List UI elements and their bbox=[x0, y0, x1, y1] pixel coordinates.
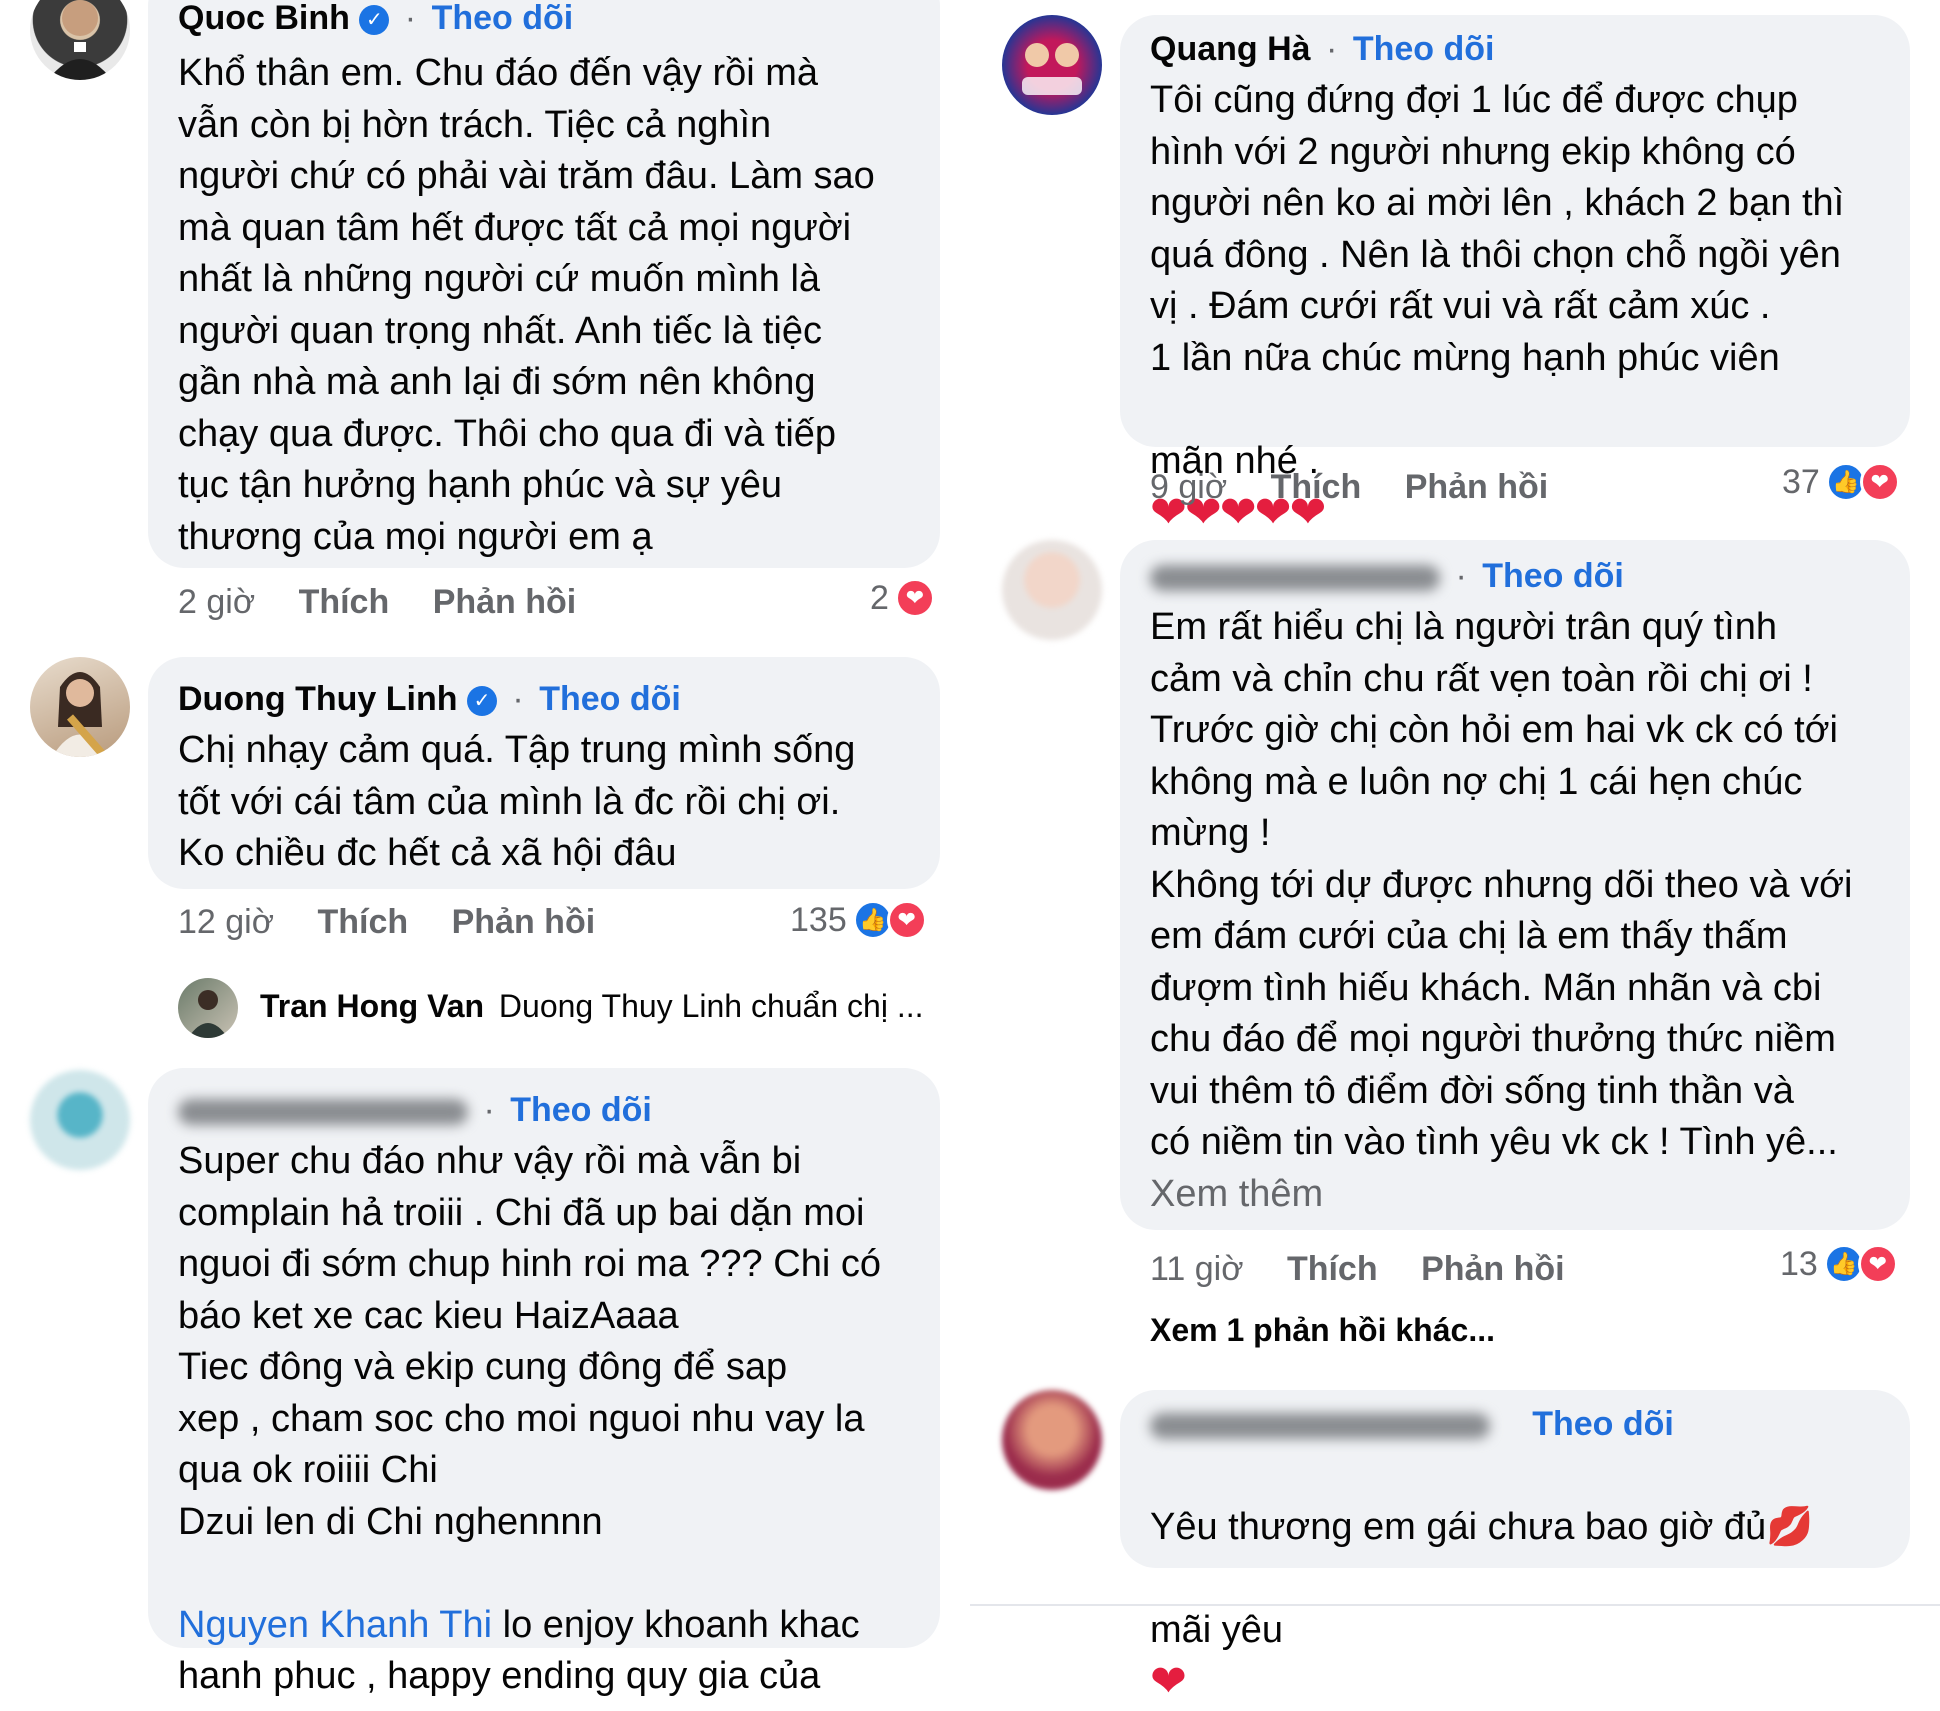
like-action[interactable]: Thích bbox=[317, 903, 408, 941]
comment-bubble-blurred-user: · Theo dõi Super chu đáo như vậy rồi mà … bbox=[148, 1068, 940, 1697]
comment-text: Em rất hiểu chị là người trân quý tình c… bbox=[1150, 606, 1853, 1163]
comment-text-tail: hanh phuc , happy ending quy gia của bbox=[178, 1655, 821, 1697]
blurred-author-name[interactable] bbox=[1150, 1413, 1490, 1440]
avatar-quang-ha[interactable] bbox=[1002, 15, 1102, 115]
comment-time[interactable]: 12 giờ bbox=[178, 903, 274, 941]
comment-actions: 2 giờ Thích Phản hồi bbox=[178, 583, 610, 622]
reply-action[interactable]: Phản hồi bbox=[1405, 468, 1549, 506]
reaction-summary[interactable]: 37 👍 ❤ bbox=[1782, 462, 1900, 502]
comment-actions: 11 giờ Thích Phản hồi bbox=[1150, 1250, 1599, 1289]
reaction-count: 37 bbox=[1782, 462, 1820, 501]
comment-author-line: Duong Thuy Linh ✓ · Theo dõi bbox=[178, 680, 681, 718]
like-action[interactable]: Thích bbox=[299, 583, 390, 621]
comment-bubble-blurred-user: · Theo dõi Yêu thương em gái chưa bao gi… bbox=[1120, 1390, 1910, 1706]
kiss-emoji-icon: 💋 bbox=[1766, 1505, 1814, 1548]
reaction-summary[interactable]: 135 👍 ❤ bbox=[790, 900, 927, 940]
avatar-tran-hong-van[interactable] bbox=[178, 978, 238, 1038]
comment-text-last-line: mãn nhé . ❤❤❤❤❤ bbox=[1150, 439, 1326, 538]
avatar-quoc-binh[interactable] bbox=[30, 0, 130, 80]
reaction-count: 2 bbox=[870, 578, 889, 617]
reaction-summary[interactable]: 13 👍 ❤ bbox=[1780, 1244, 1898, 1284]
comment-time[interactable]: 11 giờ bbox=[1150, 1250, 1244, 1288]
author-name[interactable]: Quoc Binh bbox=[178, 0, 350, 37]
avatar-blurred[interactable] bbox=[30, 1070, 130, 1170]
comment-actions: 9 giờ Thích Phản hồi bbox=[1150, 468, 1582, 507]
view-more-replies-link[interactable]: Xem 1 phản hồi khác... bbox=[1150, 1312, 1495, 1349]
poster-image-icon bbox=[1022, 43, 1082, 95]
follow-link[interactable]: Theo dõi bbox=[1353, 30, 1495, 68]
verified-badge-icon: ✓ bbox=[466, 686, 497, 717]
follow-link[interactable]: Theo dõi bbox=[1482, 557, 1624, 595]
author-name[interactable]: Duong Thuy Linh bbox=[178, 680, 458, 718]
reaction-summary[interactable]: 2 ❤ bbox=[870, 578, 935, 618]
comment-text: Yêu thương em gái chưa bao giờ đủ💋 bbox=[1150, 1505, 1814, 1548]
follow-link[interactable]: Theo dõi bbox=[432, 0, 574, 37]
comment-text: Super chu đáo như vậy rồi mà vẫn bi comp… bbox=[178, 1140, 881, 1543]
comment-author-line: Quoc Binh ✓ · Theo dõi bbox=[178, 0, 574, 37]
person-photo-icon bbox=[52, 672, 109, 757]
follow-link[interactable]: Theo dõi bbox=[510, 1091, 652, 1129]
reply-action[interactable]: Phản hồi bbox=[452, 903, 596, 941]
comment-author-line: · Theo dõi bbox=[1150, 1404, 1880, 1444]
follow-link[interactable]: Theo dõi bbox=[1532, 1405, 1674, 1443]
like-action[interactable]: Thích bbox=[1287, 1250, 1378, 1288]
love-reaction-icon: ❤ bbox=[1857, 1244, 1898, 1284]
comment-author-line: · Theo dõi bbox=[178, 1090, 910, 1130]
comment-text-mention-line: Nguyen Khanh Thi lo enjoy khoanh khac bbox=[178, 1603, 860, 1646]
love-reaction-icon: ❤ bbox=[886, 900, 927, 940]
comment-text: Tôi cũng đứng đợi 1 lúc để được chụp hìn… bbox=[1150, 79, 1845, 379]
blurred-author-name[interactable] bbox=[1150, 565, 1440, 592]
reaction-count: 13 bbox=[1780, 1244, 1818, 1283]
comment-actions: 12 giờ Thích Phản hồi bbox=[178, 903, 629, 942]
comment-bubble-blurred-user: · Theo dõi Em rất hiểu chị là người trân… bbox=[1120, 540, 1910, 1230]
avatar-blurred[interactable] bbox=[1002, 1390, 1102, 1490]
comment-text: Khổ thân em. Chu đáo đến vậy rồi mà vẫn … bbox=[178, 52, 875, 558]
reaction-count: 135 bbox=[790, 900, 847, 939]
avatar-blurred[interactable] bbox=[1002, 540, 1102, 640]
reply-action[interactable]: Phản hồi bbox=[1421, 1250, 1565, 1288]
see-more-link[interactable]: Xem thêm bbox=[1150, 1169, 1880, 1221]
love-reaction-icon: ❤ bbox=[1859, 462, 1900, 502]
author-name[interactable]: Quang Hà bbox=[1150, 30, 1311, 68]
comment-bubble-quang-ha: Quang Hà · Theo dõi Tôi cũng đứng đợi 1 … bbox=[1120, 15, 1910, 537]
person-photo-icon bbox=[188, 990, 228, 1038]
comment-author-line: · Theo dõi bbox=[1150, 556, 1880, 596]
love-reaction-icon: ❤ bbox=[894, 578, 935, 618]
heart-emoji-icon: ❤ bbox=[1150, 1657, 1187, 1706]
comment-time[interactable]: 2 giờ bbox=[178, 583, 255, 621]
follow-link[interactable]: Theo dõi bbox=[539, 680, 681, 718]
comment-author-line: Quang Hà · Theo dõi bbox=[1150, 30, 1495, 68]
comment-bubble-duong-thuy-linh: Duong Thuy Linh ✓ · Theo dõi Chị nhạy cả… bbox=[148, 657, 940, 889]
verified-badge-icon: ✓ bbox=[359, 5, 390, 36]
comment-text-line2: mãi yêu ❤ bbox=[1150, 1608, 1284, 1707]
avatar-duong-thuy-linh[interactable] bbox=[30, 657, 130, 757]
reply-action[interactable]: Phản hồi bbox=[433, 583, 577, 621]
blurred-author-name[interactable] bbox=[178, 1099, 468, 1126]
person-photo-icon bbox=[48, 0, 112, 80]
comment-text: Chị nhạy cảm quá. Tập trung mình sống tố… bbox=[178, 729, 856, 874]
reply-preview[interactable]: Tran Hong Van Duong Thuy Linh chuẩn chị … bbox=[260, 988, 924, 1025]
reply-author[interactable]: Tran Hong Van bbox=[260, 988, 484, 1024]
comment-bubble-quoc-binh: Quoc Binh ✓ · Theo dõi Khổ thân em. Chu … bbox=[148, 0, 940, 568]
reply-snippet: Duong Thuy Linh chuẩn chị ... bbox=[498, 988, 924, 1024]
like-action[interactable]: Thích bbox=[1271, 468, 1362, 506]
comment-time[interactable]: 9 giờ bbox=[1150, 468, 1227, 506]
